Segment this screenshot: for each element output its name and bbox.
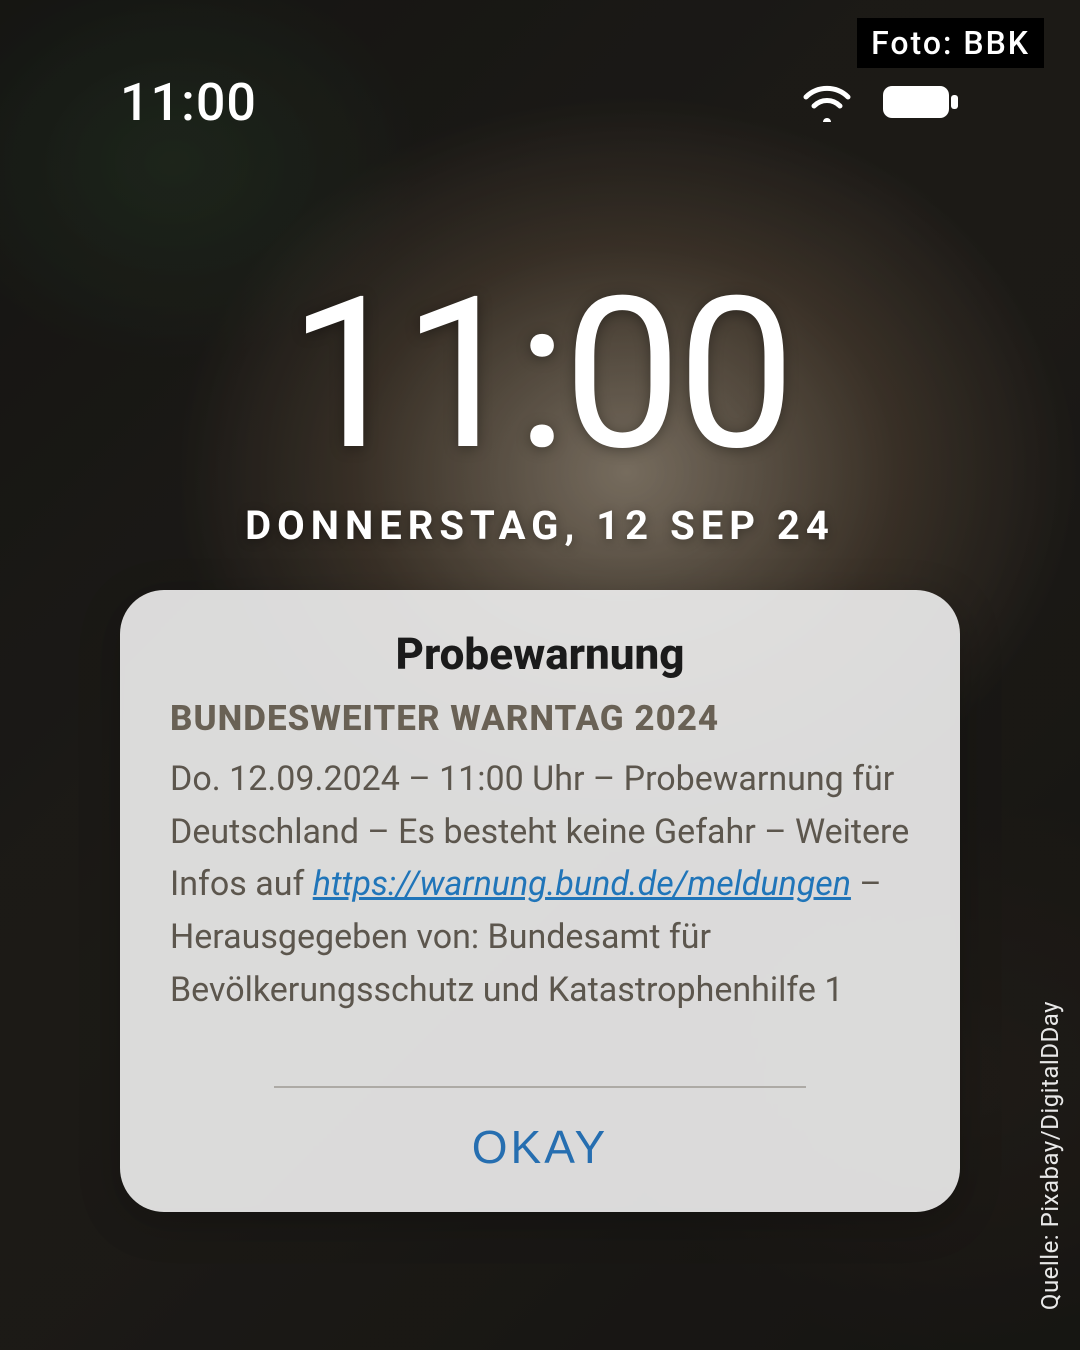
lock-time: 11:00 [0, 270, 1080, 480]
alert-body: Do. 12.09.2024 – 11:00 Uhr – Probewarnun… [170, 753, 910, 1016]
photo-credit: Foto: BBK [857, 18, 1044, 68]
status-bar: 11:00 [0, 62, 1080, 142]
alert-link[interactable]: https://warnung.bund.de/meldungen [313, 864, 851, 904]
wifi-icon [800, 82, 854, 122]
alert-subtitle: BUNDESWEITER WARNTAG 2024 [170, 698, 910, 739]
status-bar-right [800, 82, 960, 122]
alert-divider [274, 1086, 807, 1088]
emergency-alert-card: Probewarnung BUNDESWEITER WARNTAG 2024 D… [120, 590, 960, 1212]
lockscreen: Foto: BBK 11:00 11:00 DONNERSTAG, 12 SEP… [0, 0, 1080, 1350]
source-credit: Quelle: Pixabay/DigitalDDay [1036, 1001, 1064, 1310]
status-bar-time: 11:00 [120, 72, 257, 133]
lock-date: DONNERSTAG, 12 SEP 24 [0, 502, 1080, 549]
battery-icon [882, 83, 960, 121]
alert-title: Probewarnung [170, 628, 910, 680]
lock-clock: 11:00 DONNERSTAG, 12 SEP 24 [0, 270, 1080, 549]
ok-button[interactable]: OKAY [170, 1106, 910, 1184]
